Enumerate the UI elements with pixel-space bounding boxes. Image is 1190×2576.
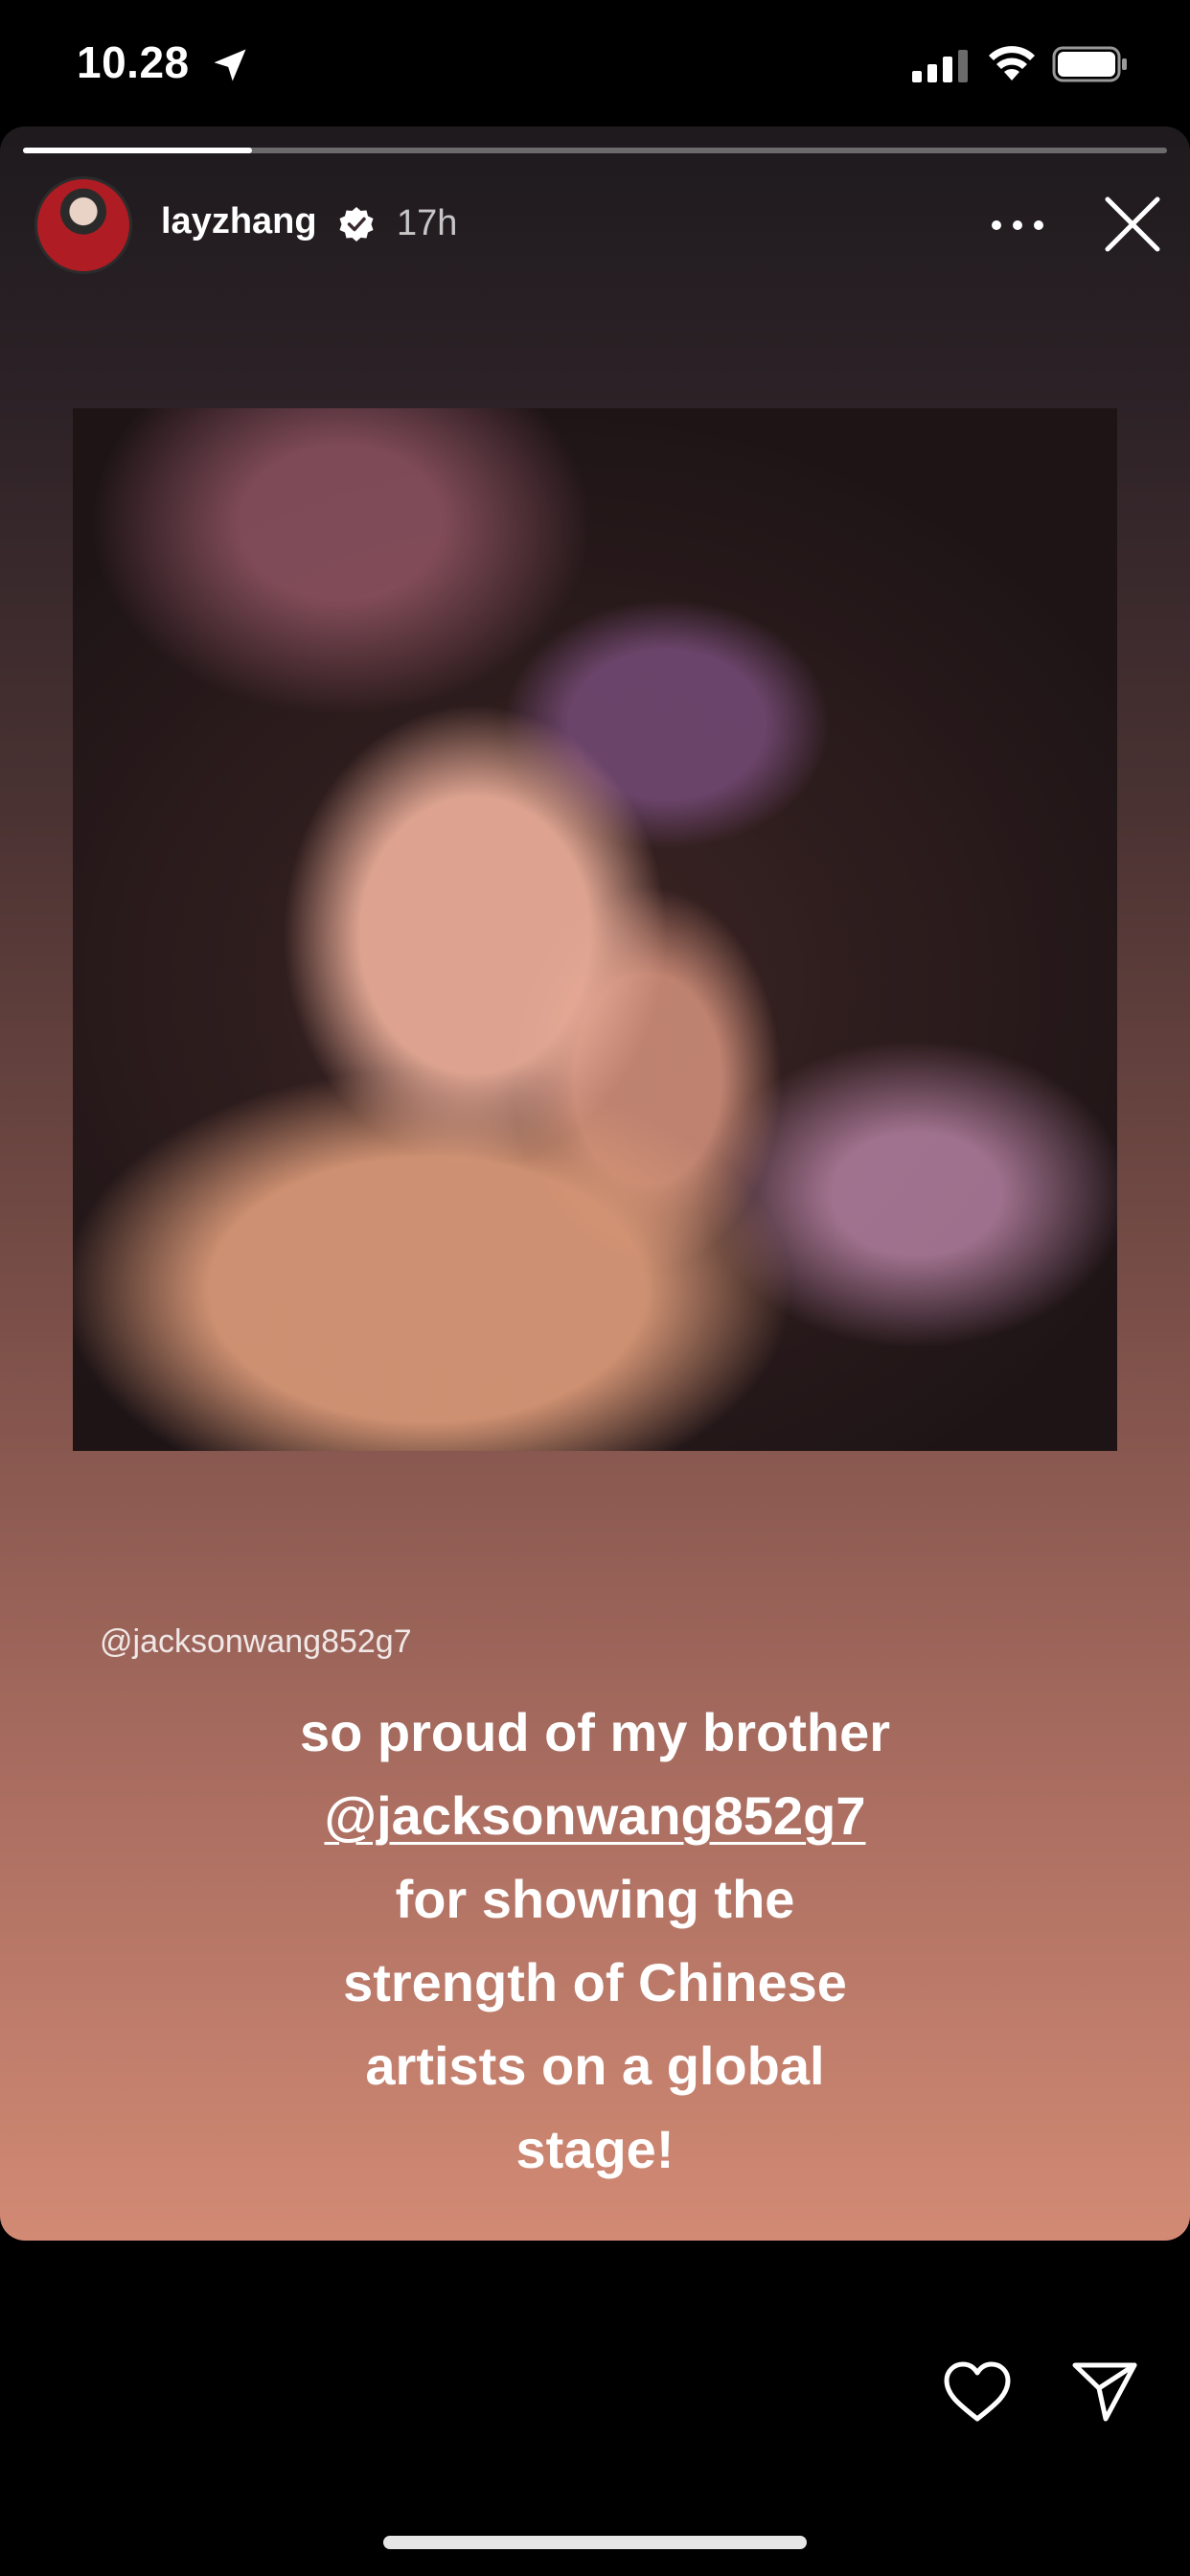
- caption-line: artists on a global: [365, 2036, 825, 2096]
- caption-mention-link[interactable]: @jacksonwang852g7: [116, 1774, 1074, 1857]
- story-caption: so proud of my brother @jacksonwang852g7…: [116, 1690, 1074, 2191]
- story-photo: [73, 408, 1117, 1451]
- caption-line: stage!: [515, 2119, 675, 2179]
- cellular-signal-icon: [912, 50, 968, 82]
- send-icon[interactable]: [1071, 2359, 1138, 2423]
- close-icon[interactable]: [1102, 194, 1163, 255]
- verified-badge-icon: [339, 207, 374, 242]
- home-indicator: [383, 2536, 807, 2549]
- heart-icon[interactable]: [943, 2361, 1012, 2423]
- caption-line: strength of Chinese: [343, 1952, 847, 2012]
- more-options-icon[interactable]: [989, 218, 1046, 232]
- mention-sticker[interactable]: @jacksonwang852g7: [100, 1623, 412, 1661]
- caption-line: for showing the: [395, 1869, 795, 1929]
- location-arrow-icon: [214, 49, 246, 81]
- story-timestamp: 17h: [397, 203, 458, 243]
- wifi-icon: [989, 46, 1035, 80]
- caption-line: so proud of my brother: [300, 1702, 890, 1762]
- username[interactable]: layzhang: [161, 201, 317, 242]
- avatar[interactable]: [34, 176, 132, 274]
- story-progress-fill: [23, 148, 252, 153]
- story-card[interactable]: layzhang 17h @jacksonwang852g7 so proud …: [0, 126, 1190, 2241]
- story-screen: 10.28 layzhang 17h @jacksonwang852g7 so …: [0, 0, 1190, 2576]
- status-bar: 10.28: [0, 0, 1190, 126]
- status-time: 10.28: [77, 37, 190, 87]
- battery-icon: [1052, 46, 1127, 82]
- story-progress-track: [23, 148, 1167, 153]
